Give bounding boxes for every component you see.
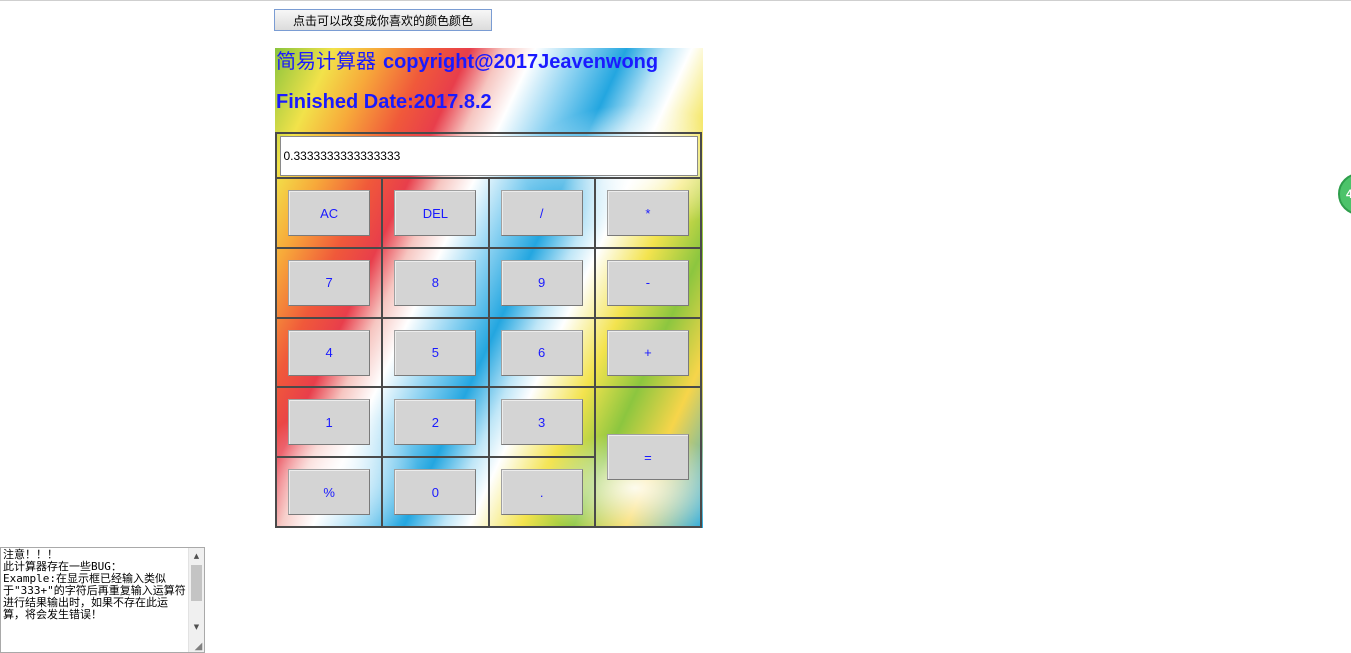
calculator-display[interactable] xyxy=(279,135,698,176)
floating-badge[interactable]: 4 xyxy=(1338,173,1351,215)
scroll-up-arrow-icon[interactable]: ▲ xyxy=(189,549,204,563)
finished-date: Finished Date:2017.8.2 xyxy=(276,91,492,113)
calculator-grid: AC DEL / * 7 8 9 - 4 5 6 + 1 2 3 = % 0 . xyxy=(275,131,703,528)
four-button[interactable]: 4 xyxy=(288,329,371,376)
one-button[interactable]: 1 xyxy=(288,399,371,446)
multiply-button[interactable]: * xyxy=(606,190,689,237)
calculator-panel: 简易计算器 copyright@2017Jeavenwong Finished … xyxy=(275,48,703,528)
scroll-thumb[interactable] xyxy=(191,565,202,601)
calculator-title-cn: 简易计算器 xyxy=(276,49,376,73)
ac-button[interactable]: AC xyxy=(288,190,371,237)
eight-button[interactable]: 8 xyxy=(394,259,477,306)
nine-button[interactable]: 9 xyxy=(500,259,583,306)
zero-button[interactable]: 0 xyxy=(394,469,477,516)
minus-button[interactable]: - xyxy=(606,259,689,306)
change-color-button[interactable]: 点击可以改变成你喜欢的颜色颜色 xyxy=(274,9,492,31)
notice-scrollbar[interactable]: ▲ ▼ xyxy=(188,548,204,652)
plus-button[interactable]: + xyxy=(606,329,689,376)
percent-button[interactable]: % xyxy=(288,469,371,516)
six-button[interactable]: 6 xyxy=(500,329,583,376)
resize-grip-icon[interactable]: ◢ xyxy=(193,641,204,652)
page-top-border xyxy=(0,0,1351,1)
seven-button[interactable]: 7 xyxy=(288,259,371,306)
two-button[interactable]: 2 xyxy=(394,399,477,446)
three-button[interactable]: 3 xyxy=(500,399,583,446)
dot-button[interactable]: . xyxy=(500,469,583,516)
equals-button[interactable]: = xyxy=(606,434,689,481)
calculator-title: 简易计算器 copyright@2017Jeavenwong xyxy=(276,48,658,74)
scroll-down-arrow-icon[interactable]: ▼ xyxy=(189,620,204,634)
five-button[interactable]: 5 xyxy=(394,329,477,376)
del-button[interactable]: DEL xyxy=(394,190,477,237)
bug-notice-textarea[interactable]: 注意！！！ 此计算器存在一些BUG： Example:在显示框已经输入类似于"3… xyxy=(0,547,205,653)
calculator-title-copyright: copyright@2017Jeavenwong xyxy=(382,51,659,73)
divide-button[interactable]: / xyxy=(500,190,583,237)
